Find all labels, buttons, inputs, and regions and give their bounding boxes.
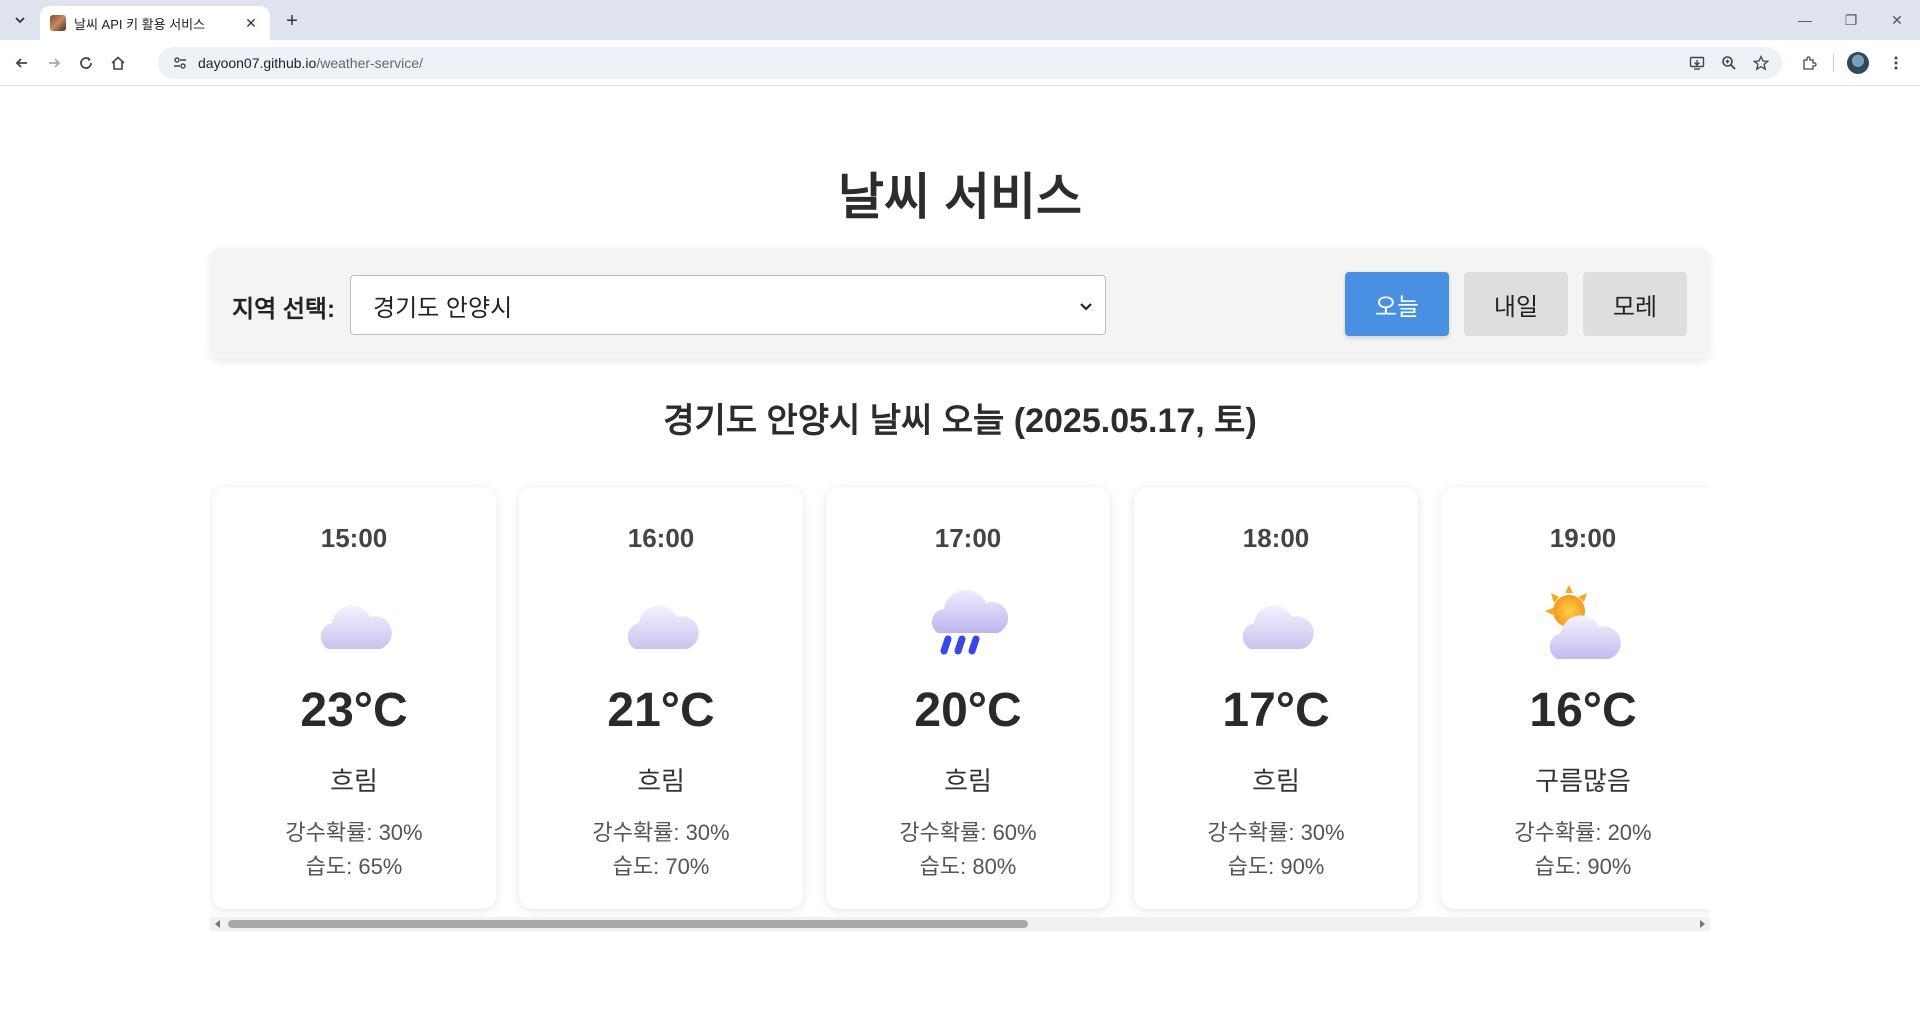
forecast-condition: 흐림 — [944, 766, 992, 796]
forecast-temperature: 21°C — [607, 684, 715, 737]
url-text: dayoon07.github.io/weather-service/ — [198, 55, 423, 71]
window-controls: — ❐ ✕ — [1782, 0, 1920, 40]
home-icon — [111, 56, 125, 70]
reload-icon — [80, 57, 92, 69]
chevron-down-icon — [15, 17, 25, 24]
forecast-time: 16:00 — [627, 523, 695, 553]
forecast-temperature: 16°C — [1529, 684, 1637, 737]
forecast-condition: 흐림 — [637, 766, 685, 796]
url-path: /weather-service/ — [316, 55, 423, 71]
site-info-icon[interactable] — [170, 53, 190, 73]
scrollbar-thumb[interactable] — [228, 920, 1028, 928]
forecast-temperature: 20°C — [914, 684, 1022, 737]
forecast-humidity: 습도: 90% — [1227, 854, 1325, 879]
region-selected-value: 경기도 안양시 — [373, 294, 513, 322]
restore-icon[interactable]: ❐ — [1828, 0, 1874, 40]
scroll-left-arrow-icon[interactable] — [213, 919, 223, 929]
forecast-humidity: 습도: 70% — [612, 854, 710, 879]
forecast-precipitation: 강수확률: 20% — [1514, 820, 1652, 845]
cloud-icon — [1242, 605, 1314, 649]
arrow-right-icon — [49, 58, 61, 68]
zoom-icon[interactable] — [1716, 51, 1742, 75]
forecast-card: 17:00 20°C 흐림 강수확률: 60% 습도: 80% — [826, 487, 1110, 909]
forecast-card: 18:00 17°C 흐림 강수확률: 30% 습도: 90% — [1134, 487, 1418, 909]
forecast-precipitation: 강수확률: 30% — [592, 820, 730, 845]
forecast-cards-scroller[interactable]: 15:00 23°C 흐림 강수확률: 30% 습도: 65% 16:00 21… — [210, 483, 1710, 917]
forecast-time: 19:00 — [1549, 523, 1617, 553]
forecast-humidity: 습도: 65% — [305, 854, 403, 879]
tab-title: 날씨 API 키 활용 서비스 — [74, 16, 206, 32]
tab-favicon-icon — [50, 15, 66, 31]
today-button[interactable]: 오늘 — [1345, 272, 1449, 336]
back-button[interactable] — [8, 49, 36, 77]
install-app-icon[interactable] — [1684, 51, 1710, 75]
minimize-icon[interactable]: — — [1782, 0, 1828, 40]
forecast-time: 18:00 — [1242, 523, 1310, 553]
rain-cloud-icon — [931, 589, 1008, 655]
arrow-left-icon — [15, 58, 27, 68]
region-select[interactable]: 경기도 안양시 — [350, 275, 1106, 335]
forecast-card: 19:00 16°C 구름많음 강수확률: 20% 습도: 90% — [1441, 487, 1710, 909]
forecast-time: 15:00 — [320, 523, 388, 553]
browser-menu-icon[interactable] — [1882, 49, 1910, 77]
toolbar-separator — [1833, 54, 1834, 72]
chevron-down-icon — [1080, 303, 1092, 311]
profile-avatar[interactable] — [1844, 49, 1872, 77]
scroll-right-arrow-icon[interactable] — [1697, 919, 1707, 929]
tab-search-button[interactable] — [8, 8, 32, 32]
forecast-condition: 흐림 — [1252, 766, 1300, 796]
close-tab-icon[interactable]: ✕ — [242, 14, 260, 32]
extensions-icon[interactable] — [1795, 49, 1823, 77]
url-host: dayoon07.github.io — [198, 55, 317, 71]
controls-panel: 지역 선택: 경기도 안양시 오늘 내일 모레 — [210, 249, 1710, 359]
forecast-condition: 구름많음 — [1535, 766, 1631, 796]
reload-button[interactable] — [72, 49, 100, 77]
page-content: 날씨 서비스 지역 선택: 경기도 안양시 오늘 내일 모레 경기도 안양시 날… — [0, 87, 1920, 1032]
forecast-time: 17:00 — [934, 523, 1002, 553]
address-bar[interactable]: dayoon07.github.io/weather-service/ — [158, 47, 1782, 79]
browser-toolbar: dayoon07.github.io/weather-service/ — [0, 40, 1920, 86]
cloud-icon — [320, 605, 392, 649]
forecast-precipitation: 강수확률: 30% — [1207, 820, 1345, 845]
cloud-icon — [627, 605, 699, 649]
forecast-humidity: 습도: 80% — [919, 854, 1017, 879]
home-button[interactable] — [104, 49, 132, 77]
forecast-card: 15:00 23°C 흐림 강수확률: 30% 습도: 65% — [212, 487, 496, 909]
forecast-condition: 흐림 — [330, 766, 378, 796]
day-after-tomorrow-button[interactable]: 모레 — [1583, 272, 1687, 336]
forecast-heading: 경기도 안양시 날씨 오늘 (2025.05.17, 토) — [663, 402, 1257, 440]
avatar-icon — [1847, 52, 1869, 74]
sun-behind-cloud-icon — [1545, 585, 1621, 659]
region-label: 지역 선택: — [232, 296, 335, 323]
forecast-temperature: 23°C — [300, 684, 408, 737]
horizontal-scrollbar[interactable] — [210, 917, 1710, 931]
forecast-card: 16:00 21°C 흐림 강수확률: 30% 습도: 70% — [519, 487, 803, 909]
active-tab[interactable]: 날씨 API 키 활용 서비스 ✕ — [40, 6, 270, 40]
forecast-humidity: 습도: 90% — [1534, 854, 1632, 879]
page-title: 날씨 서비스 — [838, 169, 1082, 225]
bookmark-star-icon[interactable] — [1748, 51, 1774, 75]
browser-tab-bar: 날씨 API 키 활용 서비스 ✕ + — ❐ ✕ — [0, 0, 1920, 40]
forecast-precipitation: 강수확률: 30% — [285, 820, 423, 845]
new-tab-button[interactable]: + — [280, 9, 304, 33]
tomorrow-button[interactable]: 내일 — [1464, 272, 1568, 336]
forward-button[interactable] — [40, 49, 68, 77]
forecast-temperature: 17°C — [1222, 684, 1330, 737]
forecast-precipitation: 강수확률: 60% — [899, 820, 1037, 845]
close-window-icon[interactable]: ✕ — [1874, 0, 1920, 40]
